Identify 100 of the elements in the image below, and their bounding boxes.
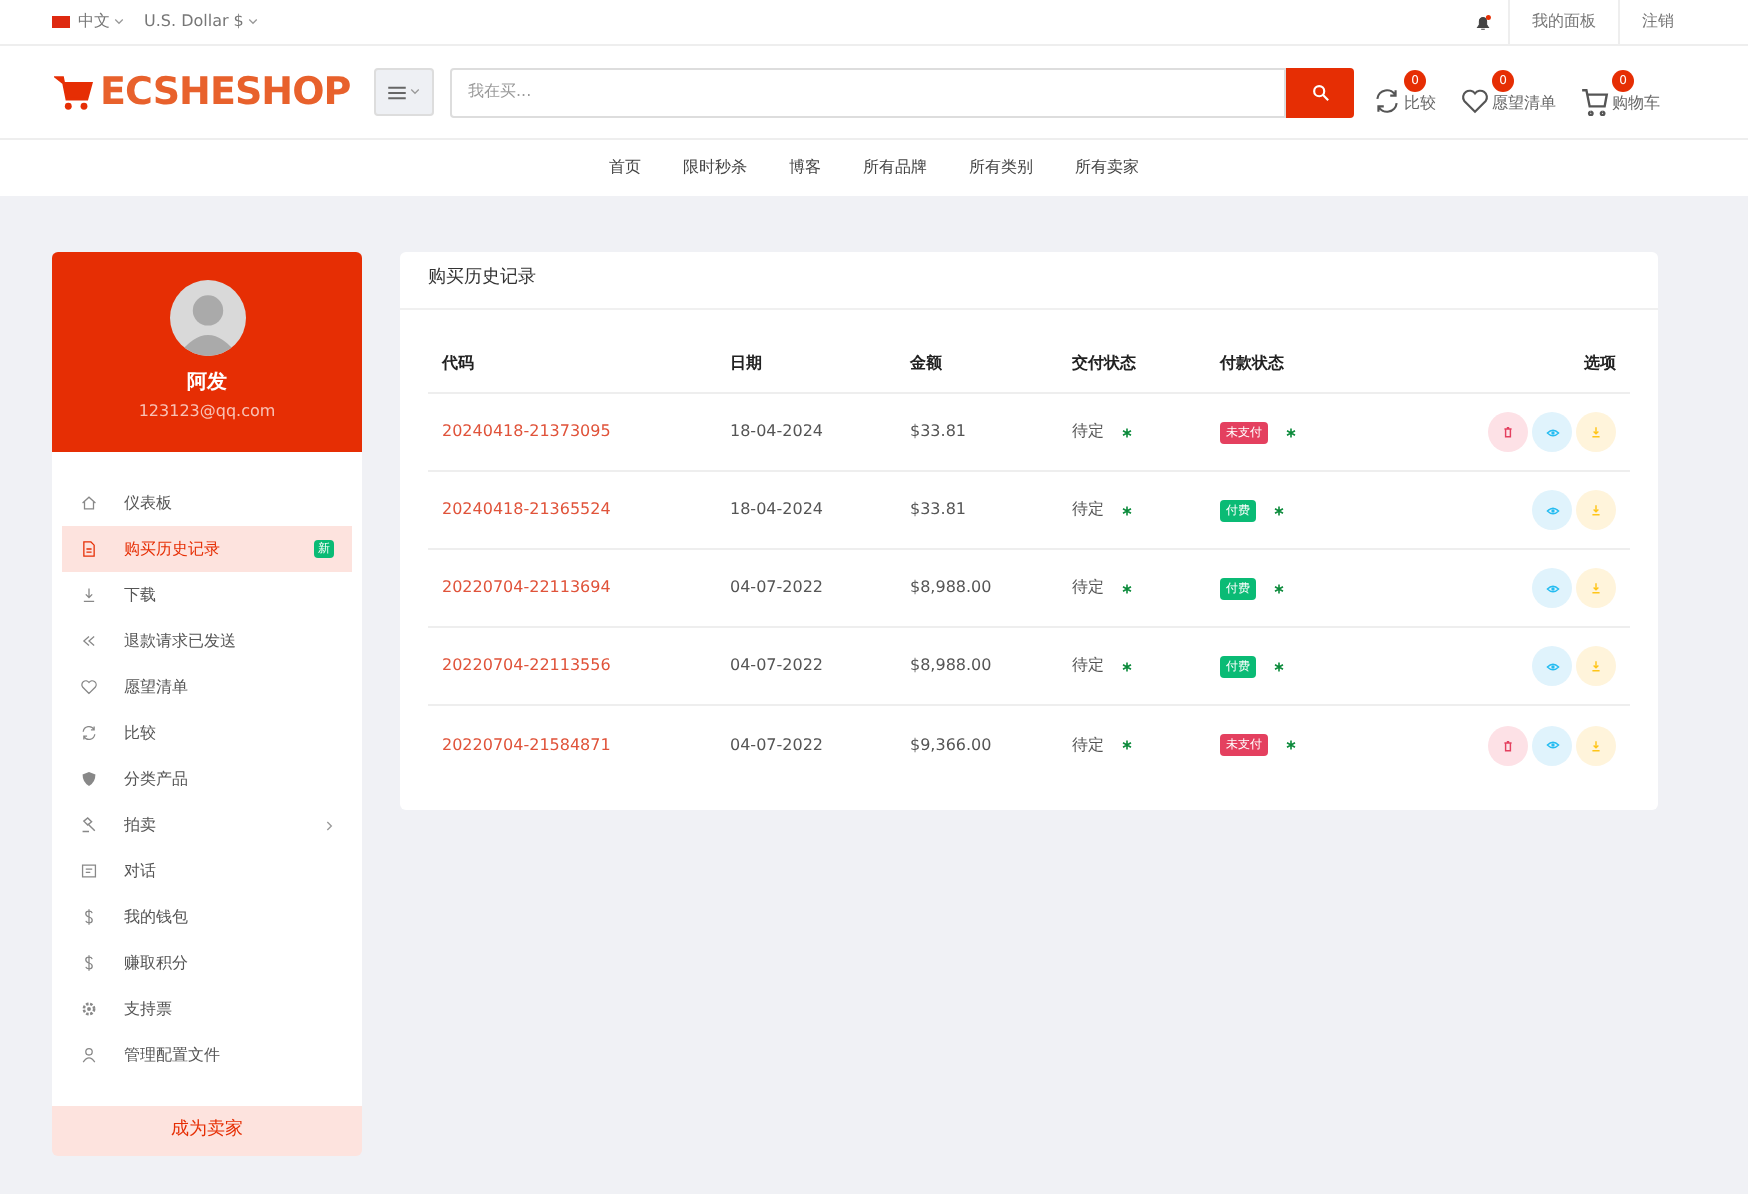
nav-link[interactable]: 限时秒杀 <box>683 156 747 180</box>
chevron-down-icon <box>114 18 124 26</box>
asterisk-icon <box>1286 740 1296 750</box>
column-header: 付款状态 <box>1220 352 1286 376</box>
bell-icon[interactable] <box>1474 13 1492 31</box>
sidebar-item[interactable]: 管理配置文件 <box>62 1032 352 1078</box>
download-icon <box>1590 504 1602 516</box>
order-code-link[interactable]: 20240418-21373095 <box>442 420 730 444</box>
double-chevron-icon <box>80 632 98 650</box>
search-icon <box>1311 83 1329 101</box>
refresh-icon <box>1372 85 1402 115</box>
sidebar-item[interactable]: 拍卖 <box>62 802 352 848</box>
dollar-icon <box>80 954 98 972</box>
download-button[interactable] <box>1576 725 1616 765</box>
asterisk-icon <box>1274 661 1284 671</box>
view-button[interactable] <box>1532 412 1572 452</box>
cart-icon <box>54 72 94 112</box>
sidebar-item[interactable]: 仪表板 <box>62 480 352 526</box>
nav-link[interactable]: 所有品牌 <box>863 156 927 180</box>
top-link[interactable]: 我的面板 <box>1508 0 1618 44</box>
sidebar-item[interactable]: 愿望清单 <box>62 664 352 710</box>
sidebar-item[interactable]: 我的钱包 <box>62 894 352 940</box>
table-cell-text: $8,988.00 <box>910 576 994 600</box>
delete-button[interactable] <box>1488 412 1528 452</box>
download-icon <box>1590 582 1602 594</box>
nav-link[interactable]: 所有卖家 <box>1075 156 1139 180</box>
table-cell: 待定 <box>1072 420 1104 444</box>
chevron-down-icon <box>410 88 420 96</box>
table-cell: 待定 <box>1072 654 1104 678</box>
asterisk-icon <box>1286 427 1296 437</box>
column-header: 选项 <box>1582 352 1616 376</box>
order-code-link[interactable]: 20240418-21365524 <box>442 498 730 522</box>
shield-icon <box>80 770 98 788</box>
search-field[interactable]: 我在买... <box>450 67 1286 117</box>
menu-icon <box>388 85 406 99</box>
sidebar-item[interactable]: 退款请求已发送 <box>62 618 352 664</box>
profile-name: 阿发 <box>187 369 227 398</box>
column-header: 交付状态 <box>1072 352 1138 376</box>
download-button[interactable] <box>1576 412 1616 452</box>
table-cell-text: 18-04-2024 <box>730 420 825 444</box>
category-menu-button[interactable] <box>374 68 434 116</box>
download-button[interactable] <box>1576 490 1616 530</box>
dollar-icon <box>80 908 98 926</box>
nav-link[interactable]: 博客 <box>789 156 821 180</box>
order-code-link[interactable]: 20220704-21584871 <box>442 733 730 757</box>
column-header: 日期 <box>730 352 764 376</box>
asterisk-icon <box>1122 505 1132 515</box>
sidebar-item[interactable]: 对话 <box>62 848 352 894</box>
heart-icon <box>1460 85 1490 115</box>
table-cell: 待定 <box>1072 576 1104 600</box>
download-icon <box>1590 739 1602 751</box>
currency-dropdown[interactable]: U.S. Dollar $ <box>144 10 258 34</box>
language-dropdown[interactable]: 中文 <box>78 10 124 34</box>
sidebar-item[interactable]: 比较 <box>62 710 352 756</box>
asterisk-icon <box>1122 661 1132 671</box>
trash-icon <box>1502 739 1514 751</box>
eye-icon <box>1545 581 1559 595</box>
nav-link[interactable]: 所有类别 <box>969 156 1033 180</box>
become-seller-button[interactable]: 成为卖家 <box>52 1106 362 1156</box>
asterisk-icon <box>1274 505 1284 515</box>
delete-button[interactable] <box>1488 725 1528 765</box>
download-button[interactable] <box>1576 646 1616 686</box>
search-button[interactable] <box>1286 67 1354 117</box>
column-header: 金额 <box>910 352 944 376</box>
panel-title: 购买历史记录 <box>400 252 1658 310</box>
heart-icon <box>80 678 98 696</box>
sidebar-item[interactable]: 下载 <box>62 572 352 618</box>
refresh-icon <box>80 724 98 742</box>
eye-icon <box>1545 503 1559 517</box>
eye-icon <box>1545 425 1559 439</box>
trash-icon <box>1502 426 1514 438</box>
table-cell-text: $33.81 <box>910 498 968 522</box>
chevron-down-icon <box>247 18 258 26</box>
top-link[interactable]: 注销 <box>1618 0 1696 44</box>
order-code-link[interactable]: 20220704-22113694 <box>442 576 730 600</box>
table-cell-text: $9,366.00 <box>910 733 994 757</box>
gavel-icon <box>80 816 98 834</box>
order-code-link[interactable]: 20220704-22113556 <box>442 654 730 678</box>
home-icon <box>80 494 98 512</box>
nav-link[interactable]: 首页 <box>609 156 641 180</box>
table-cell-text: $33.81 <box>910 420 968 444</box>
view-button[interactable] <box>1532 568 1572 608</box>
view-button[interactable] <box>1532 646 1572 686</box>
gear-icon <box>80 1000 98 1018</box>
table-cell-text: 18-04-2024 <box>730 498 825 522</box>
table-cell-text: $8,988.00 <box>910 654 994 678</box>
avatar-placeholder <box>169 280 245 356</box>
sidebar-item[interactable]: 支持票 <box>62 986 352 1032</box>
sidebar-item[interactable]: 分类产品 <box>62 756 352 802</box>
download-button[interactable] <box>1576 568 1616 608</box>
table-cell-text: 04-07-2022 <box>730 733 825 757</box>
view-button[interactable] <box>1532 725 1572 765</box>
table-cell: 待定 <box>1072 498 1104 522</box>
download-icon <box>1590 660 1602 672</box>
document-icon <box>80 540 98 558</box>
asterisk-icon <box>1122 740 1132 750</box>
sidebar-item[interactable]: 赚取积分 <box>62 940 352 986</box>
view-button[interactable] <box>1532 490 1572 530</box>
user-icon <box>80 1046 98 1064</box>
table-cell: 待定 <box>1072 733 1104 757</box>
